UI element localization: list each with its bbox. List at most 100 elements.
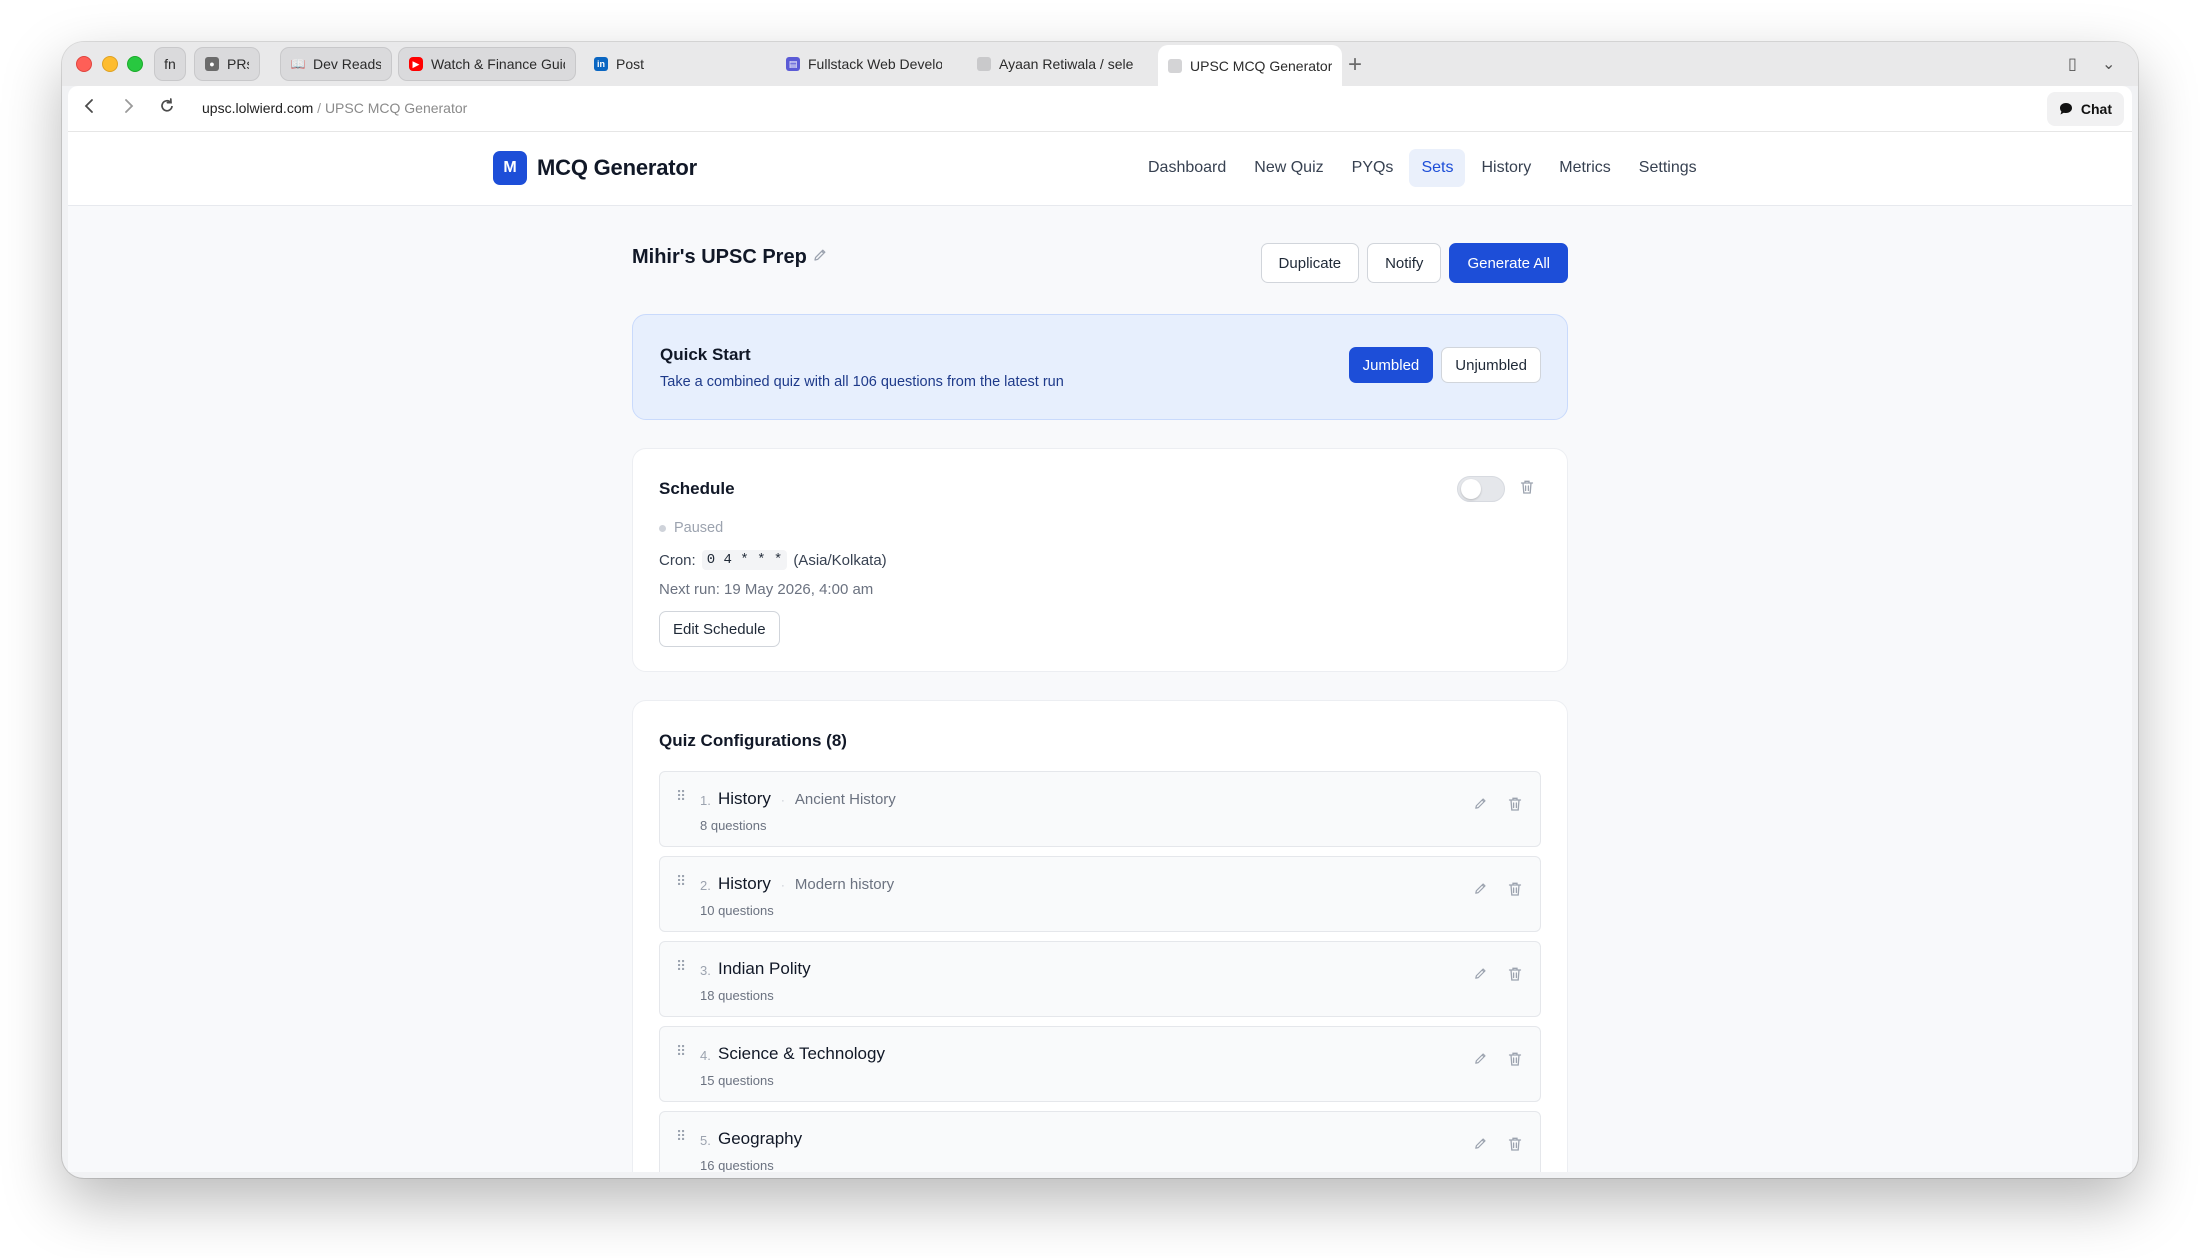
status-dot-icon xyxy=(659,524,666,532)
url-page-title: UPSC MCQ Generator xyxy=(324,100,468,116)
new-tab-icon[interactable]: + xyxy=(1348,51,1362,79)
schedule-status: Paused xyxy=(659,520,723,536)
tab-dev-reads[interactable]: 📖 Dev Reads xyxy=(280,47,392,81)
brand[interactable]: M MCQ Generator xyxy=(493,151,697,185)
page-icon xyxy=(977,57,991,71)
config-subject: Indian Polity xyxy=(718,959,811,978)
duplicate-button[interactable]: Duplicate xyxy=(1260,243,1360,283)
config-number: 5. xyxy=(700,1133,711,1148)
nav-new-quiz[interactable]: New Quiz xyxy=(1242,149,1335,187)
drag-handle-icon[interactable]: ⠿ xyxy=(676,788,686,805)
unjumbled-button[interactable]: Unjumbled xyxy=(1441,347,1541,383)
edit-config-icon[interactable] xyxy=(1473,796,1488,811)
reload-icon[interactable] xyxy=(158,97,176,115)
tab-strip: fn ● PRs 📖 Dev Reads ▶ Watch & Finance G… xyxy=(62,42,2138,86)
delete-schedule-icon[interactable] xyxy=(1520,479,1534,495)
nav-metrics[interactable]: Metrics xyxy=(1547,149,1623,187)
config-topic: Modern history xyxy=(794,876,895,893)
quick-start-description: Take a combined quiz with all 106 questi… xyxy=(660,374,1064,390)
config-number: 2. xyxy=(700,878,711,893)
minimize-window-button[interactable] xyxy=(102,56,118,72)
address-bar: upsc.lolwierd.com / UPSC MCQ Generator C… xyxy=(68,86,2132,132)
nav-sets[interactable]: Sets xyxy=(1409,149,1466,187)
tab-label: fn xyxy=(164,56,176,72)
main-nav: Dashboard New Quiz PYQs Sets History Met… xyxy=(1136,149,1709,187)
tab-label: UPSC MCQ Generator xyxy=(1190,57,1332,74)
chat-button[interactable]: Chat xyxy=(2046,92,2124,126)
tab-label: Post xyxy=(616,56,645,72)
tab-post[interactable]: in Post xyxy=(584,47,734,81)
chat-bubble-icon xyxy=(2059,102,2073,116)
edit-config-icon[interactable] xyxy=(1473,1136,1488,1151)
drag-handle-icon[interactable]: ⠿ xyxy=(676,958,686,975)
course-icon: ▤ xyxy=(786,57,800,71)
schedule-toggle[interactable] xyxy=(1457,476,1505,502)
tab-label: Dev Reads xyxy=(313,56,381,72)
brand-logo: M xyxy=(493,151,527,185)
forward-icon[interactable] xyxy=(120,97,136,115)
back-icon[interactable] xyxy=(82,97,98,115)
tab-ayaan[interactable]: Ayaan Retiwala / select xyxy=(967,47,1143,81)
nav-pyqs[interactable]: PYQs xyxy=(1340,149,1406,187)
config-question-count: 18 questions xyxy=(700,988,774,1003)
nav-dashboard[interactable]: Dashboard xyxy=(1136,149,1238,187)
maximize-window-button[interactable] xyxy=(127,56,143,72)
delete-config-icon[interactable] xyxy=(1508,1136,1522,1152)
edit-title-icon[interactable] xyxy=(812,247,828,263)
youtube-icon: ▶ xyxy=(409,57,423,71)
url-host: upsc.lolwierd.com xyxy=(202,100,314,116)
url-field[interactable]: upsc.lolwierd.com / UPSC MCQ Generator xyxy=(202,100,467,116)
tab-label: Watch & Finance Guid xyxy=(431,56,565,72)
drag-handle-icon[interactable]: ⠿ xyxy=(676,1043,686,1060)
delete-config-icon[interactable] xyxy=(1508,796,1522,812)
config-subject: History xyxy=(718,789,771,808)
notify-button[interactable]: Notify xyxy=(1367,243,1442,283)
config-item[interactable]: ⠿ 5. Geography 16 questions xyxy=(659,1111,1541,1172)
edit-config-icon[interactable] xyxy=(1473,881,1488,896)
config-subject: Science & Technology xyxy=(718,1044,885,1063)
quiz-configurations-title: Quiz Configurations (8) xyxy=(659,731,847,750)
generate-all-button[interactable]: Generate All xyxy=(1449,243,1568,283)
edit-config-icon[interactable] xyxy=(1473,1051,1488,1066)
config-item[interactable]: ⠿ 3. Indian Polity 18 questions xyxy=(659,941,1541,1017)
config-item[interactable]: ⠿ 2. History · Modern history 10 questio… xyxy=(659,856,1541,932)
tab-prs[interactable]: ● PRs xyxy=(194,47,260,81)
tab-upsc-mcq[interactable]: UPSC MCQ Generator xyxy=(1158,45,1342,86)
nav-settings[interactable]: Settings xyxy=(1627,149,1709,187)
cron-label: Cron: xyxy=(659,551,696,569)
config-topic: Ancient History xyxy=(794,791,896,808)
tab-fn[interactable]: fn xyxy=(154,47,186,81)
tab-fullstack[interactable]: ▤ Fullstack Web Develop xyxy=(776,47,952,81)
edit-schedule-button[interactable]: Edit Schedule xyxy=(659,611,780,647)
tab-watch-finance[interactable]: ▶ Watch & Finance Guid xyxy=(398,47,576,81)
config-subject: History xyxy=(718,874,771,893)
config-question-count: 15 questions xyxy=(700,1073,774,1088)
jumbled-button[interactable]: Jumbled xyxy=(1348,347,1434,383)
delete-config-icon[interactable] xyxy=(1508,881,1522,897)
book-icon: 📖 xyxy=(290,57,306,71)
drag-handle-icon[interactable]: ⠿ xyxy=(676,873,686,890)
config-number: 4. xyxy=(700,1048,711,1063)
page-icon xyxy=(1168,58,1182,73)
nav-history[interactable]: History xyxy=(1469,149,1543,187)
config-item[interactable]: ⠿ 4. Science & Technology 15 questions xyxy=(659,1026,1541,1102)
github-icon: ● xyxy=(205,57,219,71)
sidebar-icon[interactable]: ▯ xyxy=(2068,54,2077,74)
chevron-down-icon[interactable]: ⌄ xyxy=(2102,54,2115,74)
config-question-count: 10 questions xyxy=(700,903,774,918)
config-subject: Geography xyxy=(718,1129,803,1148)
delete-config-icon[interactable] xyxy=(1508,966,1522,982)
config-item[interactable]: ⠿ 1. History · Ancient History 8 questio… xyxy=(659,771,1541,847)
tab-label: Fullstack Web Develop xyxy=(808,56,942,72)
delete-config-icon[interactable] xyxy=(1508,1051,1522,1067)
close-window-button[interactable] xyxy=(76,56,92,72)
cron-line: Cron: 0 4 * * * (Asia/Kolkata) xyxy=(659,550,887,570)
config-number: 1. xyxy=(700,793,711,808)
linkedin-icon: in xyxy=(594,57,608,71)
next-run: Next run: 19 May 2026, 4:00 am xyxy=(659,581,874,598)
cron-timezone: (Asia/Kolkata) xyxy=(793,551,887,569)
drag-handle-icon[interactable]: ⠿ xyxy=(676,1128,686,1145)
quick-start-title: Quick Start xyxy=(660,345,751,364)
edit-config-icon[interactable] xyxy=(1473,966,1488,981)
set-title-row: Mihir's UPSC Prep Duplicate Notify Gener… xyxy=(632,238,1568,283)
